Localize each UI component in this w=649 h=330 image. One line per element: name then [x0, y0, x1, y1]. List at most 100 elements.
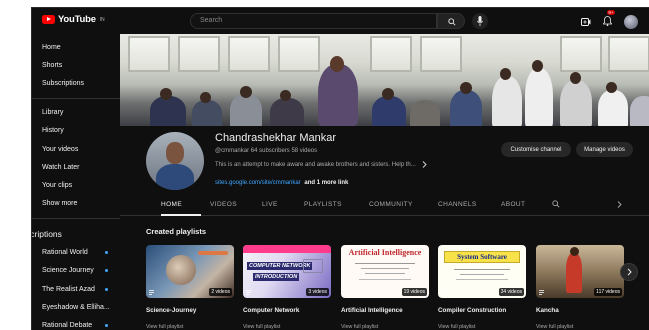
thumb-top-strip	[243, 245, 331, 253]
channel-search-icon[interactable]	[552, 200, 560, 208]
youtube-window: YouTube IN Search 9+ Home Shorts Subscri…	[31, 7, 649, 330]
sidebar-item-shorts[interactable]: Shorts	[32, 56, 120, 74]
view-full-playlist-link[interactable]: View full playlist	[341, 324, 429, 330]
banner-student	[630, 96, 649, 126]
view-full-playlist-link[interactable]: View full playlist	[146, 324, 234, 330]
thumb-text-line	[359, 279, 411, 280]
customise-channel-button[interactable]: Customise channel	[501, 142, 571, 157]
playlist-card[interactable]: 2 videos Science-Journey View full playl…	[146, 245, 234, 330]
active-tab-indicator	[161, 214, 201, 216]
banner-student	[372, 96, 406, 126]
playlist-thumbnail[interactable]: COMPUTER NETWORK INTRODUCTION 3 videos	[243, 245, 331, 298]
view-full-playlist-link[interactable]: View full playlist	[243, 324, 331, 330]
sidebar-item-show-more[interactable]: Show more	[32, 195, 120, 213]
more-links[interactable]: and 1 more link	[304, 180, 348, 186]
channel-tabs: HOME VIDEOS LIVE PLAYLISTS COMMUNITY CHA…	[120, 196, 649, 216]
new-content-dot	[105, 251, 108, 255]
view-full-playlist-link[interactable]: View full playlist	[536, 324, 624, 330]
thumb-heading: Artificial Intelligence	[348, 248, 422, 257]
create-video-icon[interactable]	[581, 18, 591, 26]
sidebar-subscription-item[interactable]: The Realist Azad	[32, 280, 120, 298]
playlist-card[interactable]: Artificial Intelligence 19 videos Artifi…	[341, 245, 429, 330]
tab-about[interactable]: ABOUT	[501, 201, 525, 208]
sidebar-item-library[interactable]: Library	[32, 104, 120, 122]
playlist-thumbnail[interactable]: System Software 34 videos	[438, 245, 526, 298]
thumb-text-line	[355, 263, 415, 264]
sidebar-subscription-item[interactable]: Rational World	[32, 244, 120, 262]
playlist-title[interactable]: Kancha	[536, 307, 624, 314]
sidebar-item-your-videos[interactable]: Your videos	[32, 140, 120, 158]
section-title: Created playlists	[146, 227, 207, 236]
banner-head	[200, 92, 211, 103]
channel-avatar[interactable]	[146, 132, 204, 190]
sidebar-item-history[interactable]: History	[32, 122, 120, 140]
chevron-right-icon	[627, 268, 632, 276]
subscriptions-heading: scriptions	[32, 228, 62, 239]
sidebar-subscription-item[interactable]: Eyeshadow & Elliha...	[32, 298, 120, 316]
playlist-card[interactable]: System Software 34 videos Compiler Const…	[438, 245, 526, 330]
thumb-heading: System Software	[457, 253, 507, 261]
playlist-card[interactable]: COMPUTER NETWORK INTRODUCTION 3 videos C…	[243, 245, 331, 330]
search-input[interactable]: Search	[190, 13, 437, 29]
thumb-figure	[166, 255, 196, 285]
playlist-title[interactable]: Artificial Intelligence	[341, 307, 429, 314]
playlist-count-badge: 34 videos	[498, 288, 524, 296]
youtube-play-icon	[42, 15, 55, 24]
thumb-accent	[198, 251, 228, 255]
banner-window	[278, 36, 320, 72]
carousel-next-button[interactable]	[620, 263, 638, 281]
view-full-playlist-link[interactable]: View full playlist	[438, 324, 526, 330]
playlist-icon	[149, 290, 154, 295]
voice-search-button[interactable]	[472, 13, 488, 29]
banner-window	[420, 36, 462, 72]
banner-student	[525, 68, 553, 126]
banner-head	[240, 86, 252, 98]
sidebar-subscription-item[interactable]: Rational Debate	[32, 316, 120, 330]
banner-head	[500, 68, 511, 80]
banner-window	[178, 36, 220, 72]
tab-playlists[interactable]: PLAYLISTS	[304, 201, 342, 208]
tab-home[interactable]: HOME	[161, 201, 182, 208]
playlist-count-badge: 19 videos	[401, 288, 427, 296]
channel-meta: @cmmankar 64 subscribers 58 videos	[215, 148, 318, 154]
banner-head	[532, 60, 543, 72]
tab-videos[interactable]: VIDEOS	[210, 201, 237, 208]
youtube-logo[interactable]: YouTube IN	[42, 14, 105, 25]
sidebar-subscription-item[interactable]: Science Journey	[32, 262, 120, 280]
playlist-card[interactable]: 117 videos Kancha View full playlist	[536, 245, 624, 330]
banner-head	[606, 82, 617, 93]
playlist-thumbnail[interactable]: 2 videos	[146, 245, 234, 298]
sidebar: Home Shorts Subscriptions Library Histor…	[32, 34, 120, 330]
banner-student	[560, 80, 592, 126]
playlist-title[interactable]: Compiler Construction	[438, 307, 526, 314]
playlist-title[interactable]: Science-Journey	[146, 307, 234, 314]
bell-icon	[602, 16, 613, 26]
tab-community[interactable]: COMMUNITY	[369, 201, 413, 208]
playlist-thumbnail[interactable]: Artificial Intelligence 19 videos	[341, 245, 429, 298]
sidebar-item-your-clips[interactable]: Your clips	[32, 176, 120, 194]
channel-link[interactable]: sites.google.com/site/cmmankar	[215, 180, 301, 186]
tab-live[interactable]: LIVE	[262, 201, 278, 208]
channel-description[interactable]: This is an attempt to make aware and awa…	[215, 161, 427, 168]
thumb-network-graphic	[303, 259, 323, 273]
playlist-icon	[246, 290, 251, 295]
playlist-title[interactable]: Computer Network	[243, 307, 331, 314]
banner-head	[460, 82, 472, 94]
account-avatar[interactable]	[624, 15, 638, 29]
playlist-icon	[539, 290, 544, 295]
playlist-thumbnail[interactable]: 117 videos	[536, 245, 624, 298]
sidebar-item-watch-later[interactable]: Watch Later	[32, 158, 120, 176]
new-content-dot	[105, 269, 108, 273]
tab-channels[interactable]: CHANNELS	[438, 201, 477, 208]
notifications-button[interactable]: 9+	[602, 10, 615, 31]
channel-links[interactable]: sites.google.com/site/cmmankar and 1 mor…	[215, 180, 348, 186]
banner-teacher-head	[330, 56, 344, 72]
new-content-dot	[105, 324, 108, 328]
manage-videos-button[interactable]: Manage videos	[576, 142, 633, 157]
sidebar-item-subscriptions[interactable]: Subscriptions	[32, 74, 120, 92]
playlist-count-badge: 3 videos	[306, 288, 329, 296]
sidebar-item-home[interactable]: Home	[32, 38, 120, 56]
playlist-count-badge: 2 videos	[209, 288, 232, 296]
search-button[interactable]	[437, 13, 465, 29]
tabs-chevron-right-icon[interactable]	[617, 201, 622, 208]
